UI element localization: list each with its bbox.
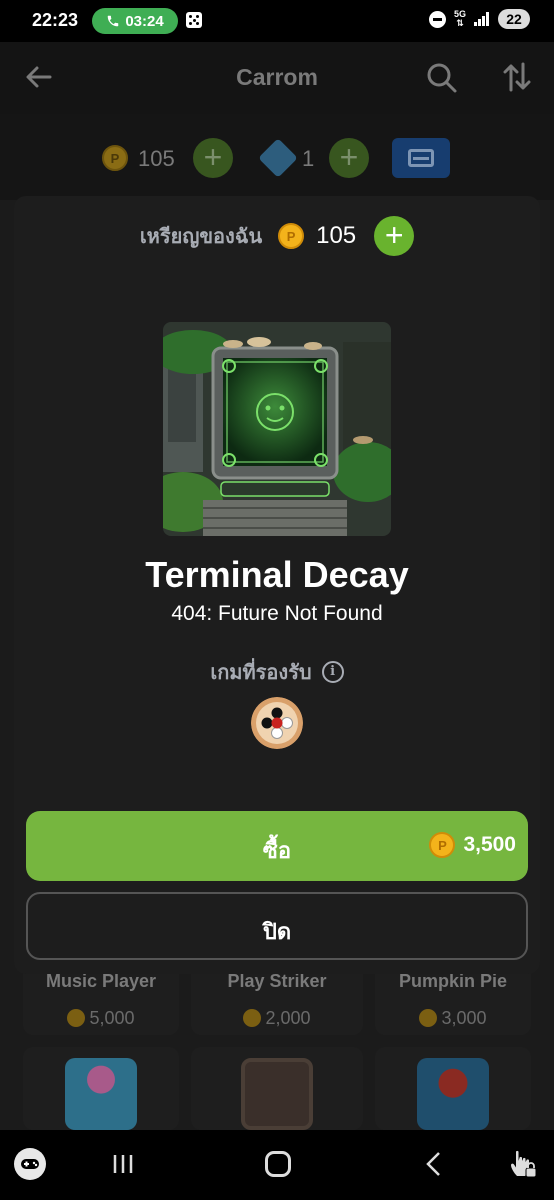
coin-icon: P: [278, 223, 305, 249]
add-coins-button[interactable]: +: [193, 138, 233, 178]
ongoing-call-pill[interactable]: 03:24: [92, 8, 178, 34]
balance-row: เหรียญของฉัน P 105 +: [0, 216, 554, 256]
store-item-price: 2,000: [199, 1008, 355, 1029]
game-launcher-icon[interactable]: [14, 1148, 46, 1180]
price-value: 3,500: [463, 833, 516, 856]
close-button[interactable]: ปิด: [26, 892, 528, 960]
coin-count: 105: [138, 146, 175, 171]
item-preview-image: [163, 322, 391, 536]
gem-count: 1: [302, 146, 315, 171]
coin-icon: [419, 1009, 438, 1027]
phone-icon: [108, 15, 119, 27]
carrom-game-icon: [251, 697, 303, 749]
buy-price: P 3,500: [429, 832, 516, 858]
status-time: 22:23: [32, 10, 79, 30]
signal-icon: [474, 12, 490, 26]
call-timer: 03:24: [125, 12, 164, 30]
buy-button[interactable]: ซื้อ P 3,500: [26, 811, 528, 881]
item-title: Terminal Decay: [145, 554, 409, 595]
store-item-name: Play Striker: [227, 971, 327, 991]
recent-apps-icon[interactable]: [111, 1152, 135, 1176]
system-navigation-bar: [0, 1130, 554, 1200]
supported-games-row: เกมที่รองรับ i: [0, 656, 554, 688]
item-thumbnail: [241, 1058, 313, 1130]
store-item-price: 5,000: [23, 1008, 179, 1029]
coin-icon: [243, 1009, 262, 1027]
do-not-disturb-icon: [428, 10, 446, 28]
close-label: ปิด: [262, 919, 292, 944]
page-title: Carrom: [236, 64, 318, 90]
item-thumbnail: [417, 1058, 489, 1130]
coin-icon: P: [429, 832, 456, 858]
status-bar: 22:23 03:24 5G ⇅ 22: [0, 0, 554, 42]
balance-value: 105: [316, 222, 357, 249]
store-item-price: 3,000: [375, 1008, 531, 1029]
search-icon[interactable]: [424, 60, 458, 94]
battery-indicator: 22: [498, 9, 530, 29]
add-gems-button[interactable]: +: [329, 138, 369, 178]
back-icon[interactable]: [423, 1150, 443, 1178]
coin-icon: [67, 1009, 86, 1027]
item-thumbnail: [65, 1058, 137, 1130]
balance-label: เหรียญของฉัน: [139, 226, 263, 248]
wallet-button[interactable]: [392, 138, 450, 178]
touch-lock-icon[interactable]: [508, 1146, 538, 1180]
supported-games-label: เกมที่รองรับ: [210, 662, 312, 684]
coin-icon: P: [102, 145, 128, 171]
app-bar: Carrom: [0, 42, 554, 114]
home-icon[interactable]: [265, 1151, 291, 1177]
store-item-name: Music Player: [45, 971, 157, 991]
info-icon[interactable]: i: [321, 661, 344, 683]
item-subtitle: 404: Future Not Found: [171, 602, 383, 625]
add-coins-button[interactable]: +: [374, 216, 415, 256]
dice-notification-icon: [186, 12, 202, 28]
sort-icon[interactable]: [500, 60, 534, 94]
network-indicator: 5G ⇅: [453, 9, 466, 28]
store-item-name: Pumpkin Pie: [398, 971, 508, 991]
